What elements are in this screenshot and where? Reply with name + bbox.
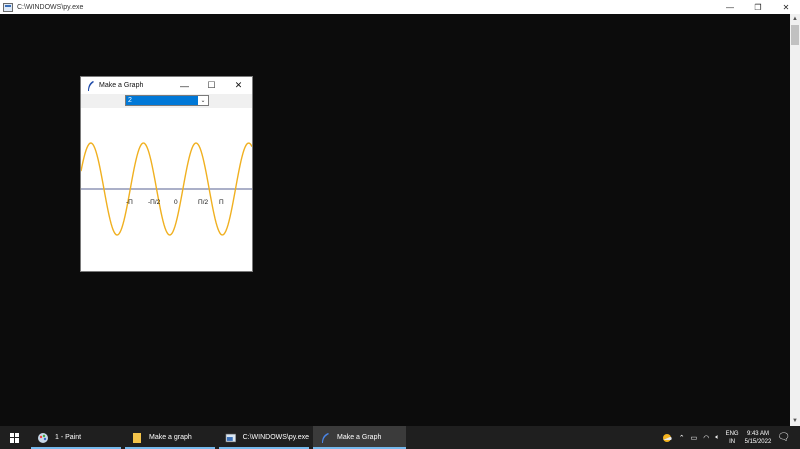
console-close-button[interactable]: ✕ (772, 0, 800, 14)
battery-icon[interactable]: ▭ (691, 434, 698, 442)
tk-window-title: Make a Graph (99, 82, 144, 89)
tk-minimize-button[interactable]: — (171, 77, 198, 94)
graph-canvas: -Π -Π/2 0 Π/2 Π (81, 142, 252, 236)
tk-maximize-button[interactable]: ☐ (198, 77, 225, 94)
clock-time: 9:43 AM (746, 430, 769, 437)
taskbar-item-label: Make a graph (149, 434, 192, 441)
clock-date: 5/15/2022 (744, 438, 772, 445)
console-window-controls: — ❐ ✕ (716, 0, 800, 14)
tick-label: -Π (126, 199, 133, 206)
taskbar-item-label: Make a Graph (337, 434, 382, 441)
scroll-up-arrow-icon[interactable]: ▲ (790, 14, 800, 24)
console-minimize-button[interactable]: — (716, 0, 744, 14)
python-console-icon (225, 433, 236, 442)
chevron-down-icon[interactable]: ⌄ (198, 96, 208, 105)
console-titlebar: C:\WINDOWS\py.exe — ❐ ✕ (0, 0, 800, 14)
weather-icon[interactable] (661, 432, 673, 444)
console-title: C:\WINDOWS\py.exe (17, 3, 84, 11)
notifications-icon[interactable]: 🗨︎ (777, 432, 790, 443)
tick-labels: -Π -Π/2 0 Π/2 Π (126, 199, 224, 206)
console-maximize-button[interactable]: ❐ (744, 0, 772, 14)
file-icon (133, 432, 141, 443)
tk-window-controls: — ☐ ✕ (171, 77, 252, 94)
make-a-graph-window: Make a Graph — ☐ ✕ 2 ⌄ -Π -Π/2 0 Π/2 Π (80, 76, 253, 272)
taskbar-item-label: 1 - Paint (55, 434, 82, 441)
taskbar-item-py-exe[interactable]: C:\WINDOWS\py.exe (219, 426, 309, 449)
taskbar: 1 - Paint Make a graph C:\WINDOWS\py.exe… (0, 426, 800, 449)
taskbar-item-make-a-graph-window[interactable]: Make a Graph (313, 426, 406, 449)
taskbar-item-make-a-graph-folder[interactable]: Make a graph (125, 426, 215, 449)
chevron-up-icon[interactable]: ⌃ (679, 434, 685, 442)
clock[interactable]: 9:43 AM 5/15/2022 (745, 430, 772, 446)
tick-label: Π/2 (198, 199, 209, 206)
tick-label: -Π/2 (148, 199, 161, 206)
start-button[interactable] (0, 426, 30, 449)
console-scrollbar[interactable]: ▲ ▼ (790, 14, 800, 426)
scroll-thumb[interactable] (791, 25, 799, 45)
taskbar-item-paint[interactable]: 1 - Paint (31, 426, 121, 449)
speaker-icon[interactable]: 🔈︎ (715, 434, 719, 442)
tk-titlebar: Make a Graph — ☐ ✕ (81, 77, 252, 94)
scroll-down-arrow-icon[interactable]: ▼ (790, 416, 800, 426)
tk-feather-icon (322, 432, 329, 443)
console-app-icon (3, 2, 13, 12)
wifi-icon[interactable]: ◠ (703, 434, 709, 442)
combobox-value[interactable]: 2 (126, 96, 198, 105)
taskbar-item-label: C:\WINDOWS\py.exe (242, 434, 309, 441)
paint-icon (38, 432, 48, 443)
graph-selector-combobox[interactable]: 2 ⌄ (125, 95, 209, 106)
tk-toolbar: 2 ⌄ (81, 94, 252, 108)
windows-logo-icon (10, 432, 20, 443)
language-code: ENG (725, 430, 739, 437)
system-tray: ⌃ ▭ ◠ 🔈︎ ENG IN 9:43 AM 5/15/2022 🗨︎ (661, 426, 800, 449)
tick-label: Π (219, 199, 224, 206)
tick-label: 0 (174, 199, 178, 206)
language-indicator[interactable]: ENG IN (726, 430, 739, 446)
region-code: IN (729, 438, 736, 445)
tk-close-button[interactable]: ✕ (225, 77, 252, 94)
tk-feather-icon (88, 80, 94, 91)
